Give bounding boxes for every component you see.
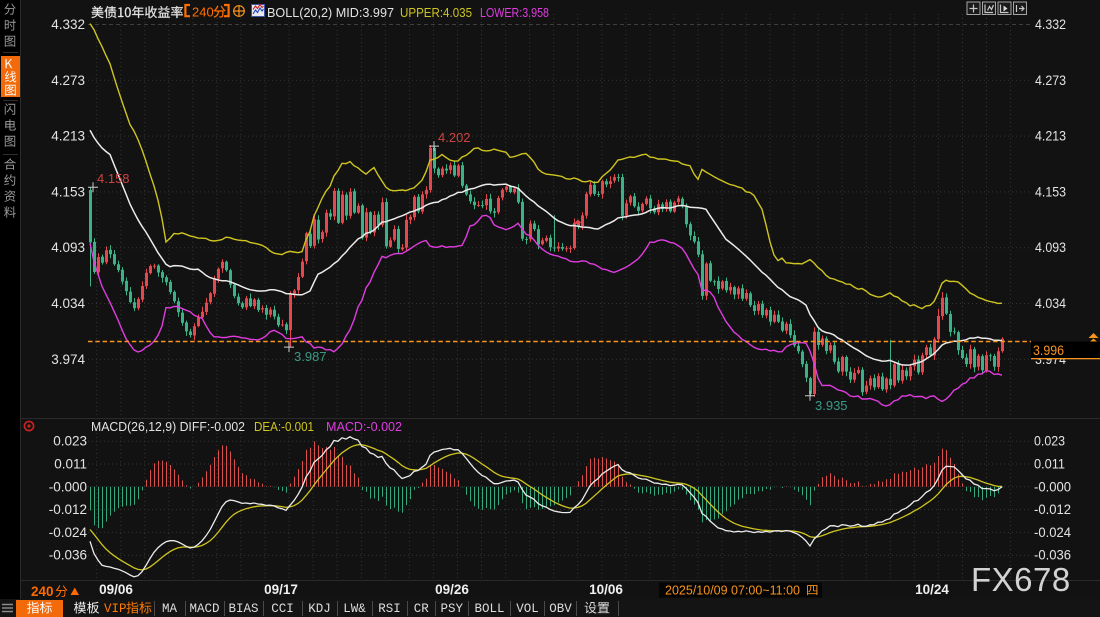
svg-text:4.332: 4.332 [51, 17, 85, 32]
svg-text:0.023: 0.023 [1034, 434, 1065, 449]
svg-text:3.935: 3.935 [815, 398, 848, 413]
svg-text:4.093: 4.093 [1035, 240, 1066, 255]
svg-text:-0.012: -0.012 [1034, 502, 1071, 517]
svg-text:CR: CR [414, 602, 430, 616]
svg-text:10/24: 10/24 [915, 582, 949, 597]
svg-text:2025/10/09 07:00~11:00: 2025/10/09 07:00~11:00 [665, 584, 800, 598]
svg-text:0.011: 0.011 [1034, 457, 1065, 472]
svg-text:PSY: PSY [441, 602, 464, 616]
svg-text:FX678: FX678 [971, 561, 1071, 598]
svg-text:09/06: 09/06 [99, 582, 133, 597]
svg-text:4.034: 4.034 [51, 296, 85, 311]
svg-text:RSI: RSI [378, 602, 401, 616]
svg-text:4.332: 4.332 [1035, 17, 1066, 32]
svg-text:4.093: 4.093 [51, 240, 85, 255]
svg-text:MACD: MACD [189, 602, 219, 616]
svg-text:UPPER:4.035: UPPER:4.035 [400, 5, 472, 20]
svg-text:MACD:-0.002: MACD:-0.002 [326, 419, 402, 434]
svg-text:0.011: 0.011 [54, 457, 87, 472]
svg-text:10/06: 10/06 [589, 582, 623, 597]
svg-text:240: 240 [192, 5, 214, 20]
svg-text:-0.024: -0.024 [49, 525, 88, 540]
svg-text:3.987: 3.987 [294, 349, 327, 364]
svg-text:4.034: 4.034 [1035, 296, 1066, 311]
svg-text:4.273: 4.273 [51, 73, 85, 88]
svg-text:LW&: LW& [343, 602, 366, 616]
svg-text:4.158: 4.158 [97, 171, 130, 186]
svg-text:-0.012: -0.012 [49, 502, 87, 517]
svg-text:3.996: 3.996 [1033, 342, 1064, 358]
svg-text:KDJ: KDJ [308, 602, 331, 616]
svg-text:4.273: 4.273 [1035, 73, 1066, 88]
svg-text:-0.000: -0.000 [1034, 479, 1071, 494]
svg-text:09/26: 09/26 [435, 582, 469, 597]
svg-text:3.974: 3.974 [51, 352, 85, 367]
svg-text:OBV: OBV [549, 602, 572, 616]
svg-text:4.202: 4.202 [438, 130, 471, 145]
svg-text:-0.000: -0.000 [49, 479, 87, 494]
svg-text:240: 240 [31, 584, 54, 599]
svg-text:VIP: VIP [104, 602, 127, 616]
svg-text:MA: MA [162, 602, 178, 616]
svg-text:0.023: 0.023 [53, 434, 87, 449]
svg-text:4.153: 4.153 [1035, 184, 1066, 199]
svg-text:-0.024: -0.024 [1034, 525, 1071, 540]
svg-text:VOL: VOL [516, 602, 539, 616]
svg-text:LOWER:3.958: LOWER:3.958 [480, 5, 549, 20]
svg-text:BIAS: BIAS [228, 602, 258, 616]
svg-text:BOLL(20,2) MID:3.997: BOLL(20,2) MID:3.997 [267, 5, 394, 20]
svg-text:4.213: 4.213 [1035, 129, 1066, 144]
svg-text:4.213: 4.213 [51, 129, 85, 144]
svg-text:BOLL: BOLL [474, 602, 504, 616]
svg-text:DEA:-0.001: DEA:-0.001 [254, 419, 314, 434]
svg-text:CCI: CCI [271, 602, 294, 616]
svg-text:MACD(26,12,9) DIFF:-0.002: MACD(26,12,9) DIFF:-0.002 [91, 419, 245, 434]
svg-text:4.153: 4.153 [51, 184, 85, 199]
svg-text:09/17: 09/17 [264, 582, 298, 597]
svg-text:-0.036: -0.036 [49, 548, 87, 563]
